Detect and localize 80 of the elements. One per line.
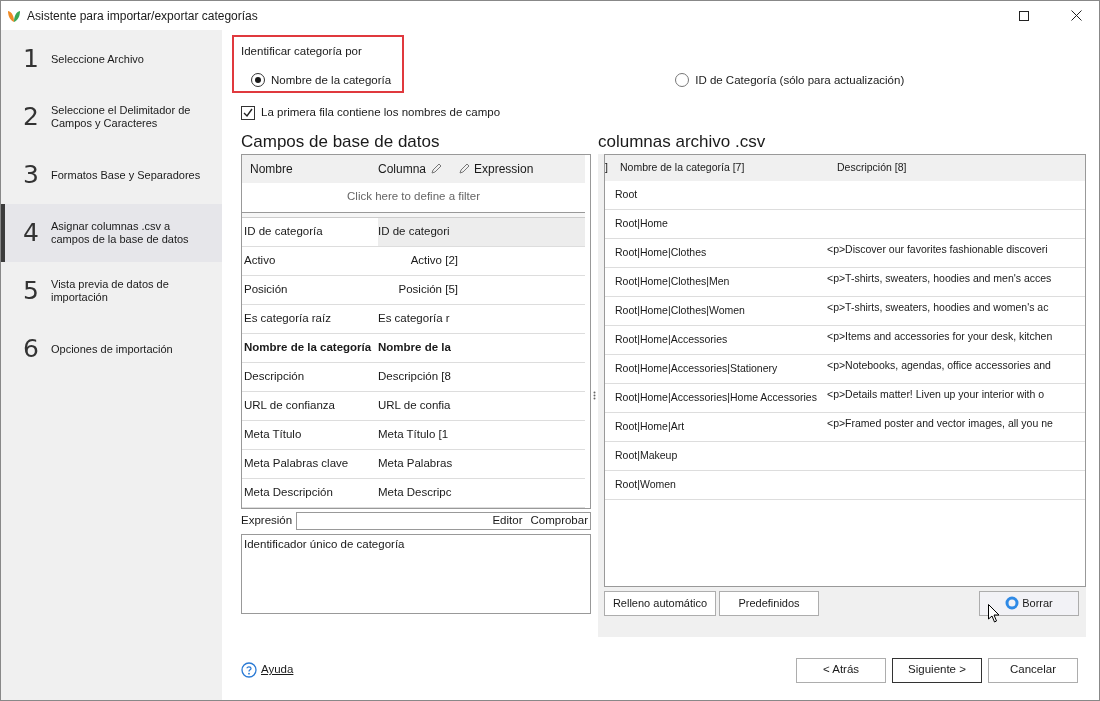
table-cell: <p>Discover our favorites fashionable discoveri <box>827 242 1048 255</box>
link-button[interactable]: Comprobar <box>530 511 588 530</box>
table-cell-text: Root|Home|Accessories <box>615 331 728 347</box>
table-cell-text: Meta Título [1 <box>378 426 449 442</box>
help-icon <box>241 662 257 678</box>
table-cell-text: Meta Descripción <box>243 484 334 500</box>
action-button[interactable]: Borrar <box>979 590 1079 616</box>
table-cell: <p>Framed poster and vector images, all you ne <box>827 416 1053 429</box>
table-cell-text: Meta Descripc <box>378 484 452 500</box>
mouse-cursor-icon <box>988 604 1000 624</box>
table-cell-text: Es categoría r <box>378 310 450 326</box>
action-button[interactable]: Predefinidos <box>719 590 819 616</box>
help-link[interactable]: Ayuda <box>241 661 294 679</box>
table-cell-text: Posición <box>243 281 289 297</box>
column-header: Descripción [8] <box>837 159 907 175</box>
section-heading: columnas archivo .csv <box>598 130 766 153</box>
table-cell-text: ID de categori <box>378 223 450 239</box>
wizard-step[interactable]: 1 Seleccione Archivo <box>1 30 222 88</box>
wizard-step[interactable]: 6 Opciones de importación <box>1 320 222 378</box>
table-cell-text: Meta Título <box>243 426 303 442</box>
table-cell: <p>Notebooks, agendas, office accessories and <box>827 358 1051 371</box>
table-cell-text: Root <box>615 186 638 202</box>
table-cell-text: Nombre de la categoría <box>243 339 373 355</box>
table-cell-text: Es categoría raíz <box>243 310 332 326</box>
description-text: Identificador único de categoría <box>244 537 405 550</box>
table-cell-text: Root|Home|Accessories|Home Accessories <box>615 389 817 405</box>
link-button[interactable]: Editor <box>492 511 523 530</box>
table-cell-text: Root|Makeup <box>615 447 678 463</box>
column-header: Columna <box>378 160 427 178</box>
table-cell-text: Posición [5] <box>398 281 458 297</box>
radio-option[interactable]: Nombre de la categoría <box>251 71 392 89</box>
table-cell-text: Descripción [8 <box>378 368 451 384</box>
table-cell-text: Meta Palabras clave <box>243 455 350 471</box>
checkmark-icon <box>243 107 253 118</box>
wizard-button[interactable]: Cancelar <box>988 657 1078 683</box>
pencil-icon <box>458 162 470 175</box>
column-header: Nombre <box>249 160 294 178</box>
table-cell-text: Root|Home|Clothes <box>615 244 707 260</box>
field-label: Expresión <box>241 512 293 528</box>
wizard-button[interactable]: Siguiente > <box>892 657 982 683</box>
table-cell-text: Root|Women <box>615 476 676 492</box>
app-logo-icon <box>7 8 21 23</box>
table-cell-text: Meta Palabras <box>378 455 453 471</box>
table-cell: <p>T-shirts, sweaters, hoodies and men's acces <box>827 271 1052 284</box>
table-cell: <p>T-shirts, sweaters, hoodies and women's ac <box>827 300 1049 313</box>
table-cell-text: Root|Home|Accessories|Stationery <box>615 360 778 376</box>
wizard-step[interactable]: 2 Seleccione el Delimitador de Campos y Caracteres <box>1 88 222 146</box>
expression-field[interactable]: Editor Comprobar <box>296 511 591 530</box>
wizard-step[interactable]: 5 Vista previa de datos de importación <box>1 262 222 320</box>
table-cell-text: Activo [2] <box>410 252 458 268</box>
section-heading: Campos de base de datos <box>241 130 441 153</box>
table-cell-text: Activo <box>243 252 277 268</box>
column-header: ] <box>605 159 609 175</box>
section-label: Identificar categoría por <box>241 44 362 59</box>
table-cell-text: Descripción <box>243 368 306 384</box>
window-title: Asistente para importar/exportar categorías <box>27 7 258 25</box>
table-cell-text: URL de confia <box>378 397 451 413</box>
table-cell-text: ID de categoría <box>243 223 324 239</box>
splitter-handle-icon[interactable] <box>593 390 596 400</box>
table-cell-text: Nombre de la <box>378 339 451 355</box>
table-cell-text: URL de confianza <box>243 397 336 413</box>
table-cell-text: Root|Home|Art <box>615 418 685 434</box>
column-header: Expression <box>474 160 534 178</box>
action-button[interactable]: Relleno automático <box>604 590 716 616</box>
pencil-icon <box>430 162 443 175</box>
wizard-step[interactable]: 3 Formatos Base y Separadores <box>1 146 222 204</box>
wizard-button[interactable]: < Atrás <box>796 657 886 683</box>
column-header: Nombre de la categoría [7] <box>620 159 746 175</box>
table-cell-text: Root|Home|Clothes|Men <box>615 273 730 289</box>
close-icon <box>1070 10 1082 21</box>
filter-row[interactable]: Click here to define a filter <box>242 182 585 213</box>
maximize-icon <box>1019 10 1029 21</box>
loading-icon <box>1005 596 1020 610</box>
radio-option[interactable]: ID de Categoría (sólo para actualización) <box>675 71 905 89</box>
table-cell: <p>Items and accessories for your desk, kitchen <box>827 329 1053 342</box>
table-cell: <p>Details matter! Liven up your interior with o <box>827 387 1045 400</box>
table-cell-text: Root|Home|Clothes|Women <box>615 302 745 318</box>
wizard-step[interactable]: 4 Asignar columnas .csv a campos de la base de datos <box>1 204 222 262</box>
table-cell-text: Root|Home <box>615 215 668 231</box>
checkbox-option[interactable]: La primera fila contiene los nombres de campo <box>241 104 501 122</box>
